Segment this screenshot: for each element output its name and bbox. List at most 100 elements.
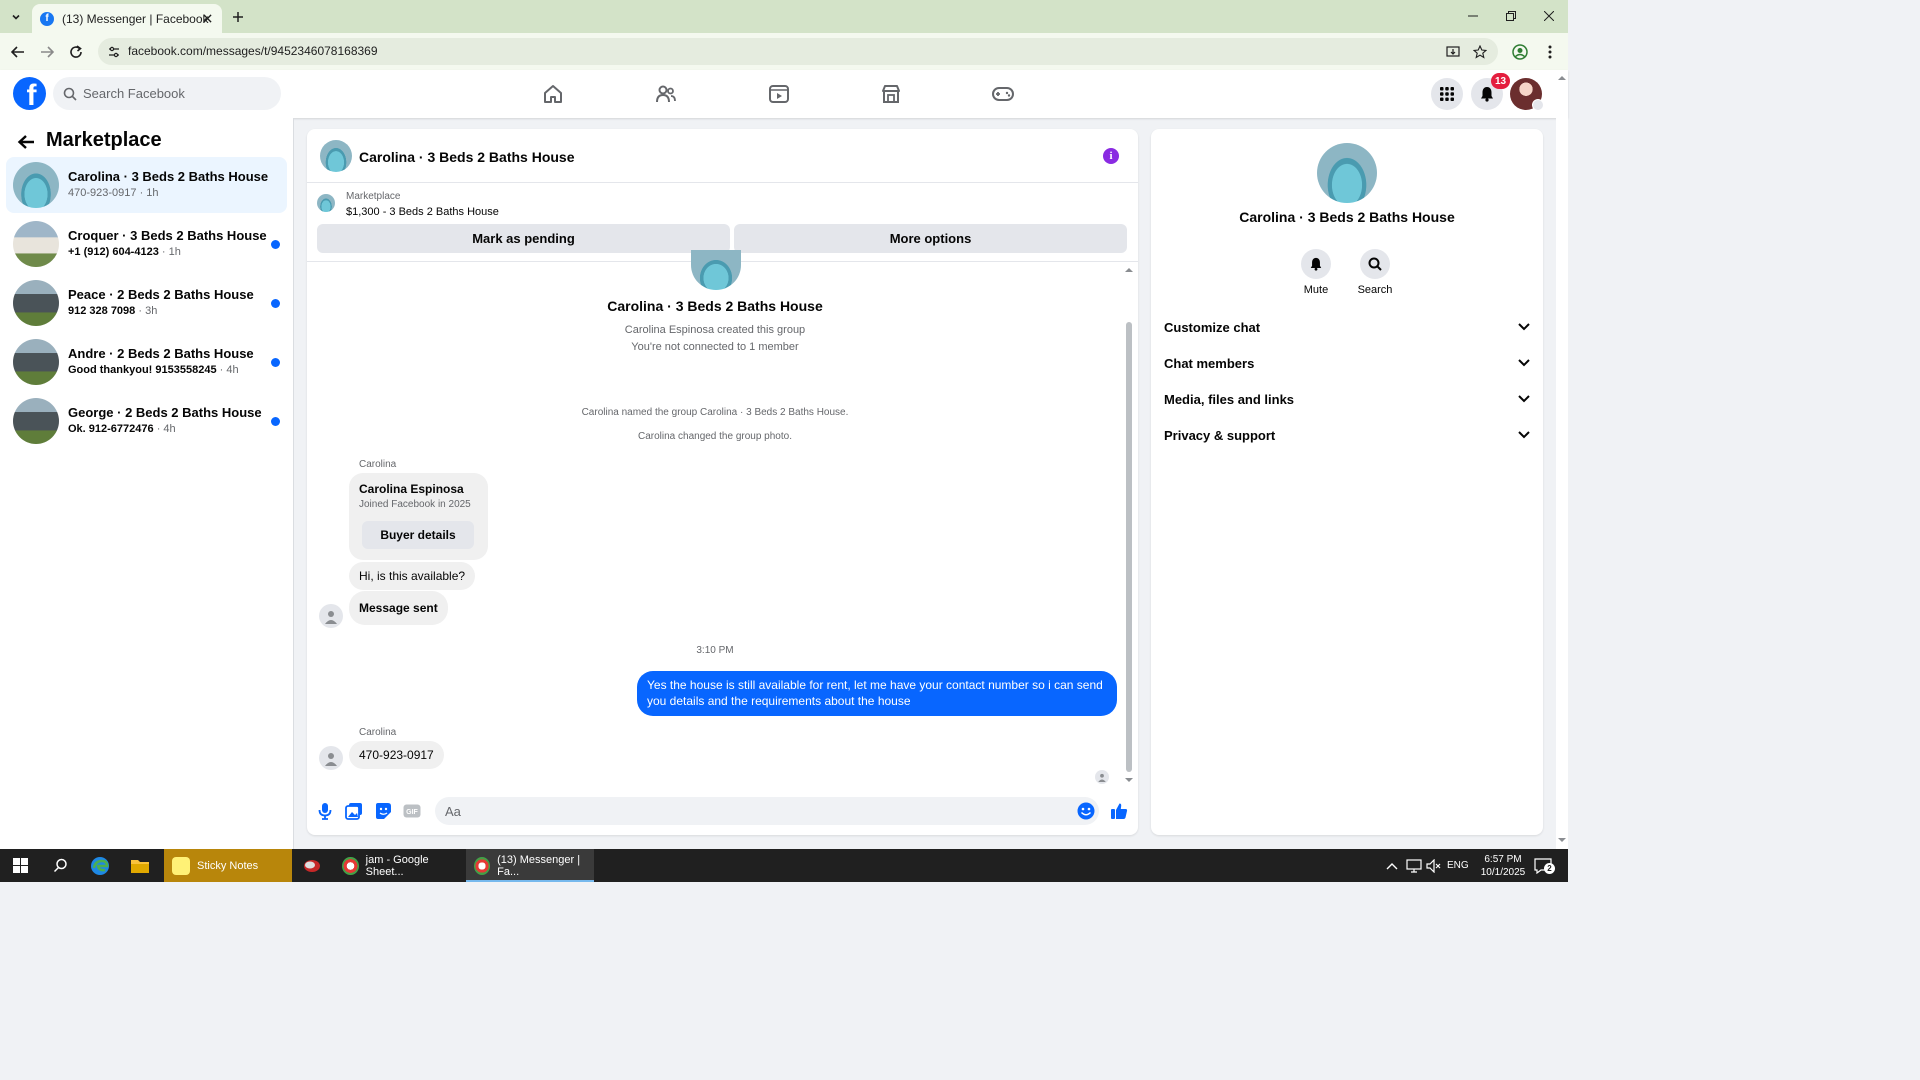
- back-arrow-icon[interactable]: [15, 131, 37, 153]
- message-bubble[interactable]: Hi, is this available?: [349, 562, 476, 590]
- facebook-logo-icon[interactable]: f: [13, 77, 46, 110]
- buyer-details-button[interactable]: Buyer details: [362, 521, 474, 549]
- install-app-icon[interactable]: [1444, 43, 1462, 61]
- page-scrollbar[interactable]: [1556, 70, 1568, 849]
- edge-browser-icon[interactable]: [86, 849, 114, 882]
- taskbar-app-google-sheets[interactable]: jam - Google Sheet...: [334, 849, 462, 882]
- close-tab-icon[interactable]: [200, 11, 214, 25]
- chat-info-panel: Carolina · 3 Beds 2 Baths House Mute Sea…: [1151, 129, 1543, 835]
- reload-icon[interactable]: [66, 42, 86, 62]
- back-arrow-icon[interactable]: [8, 42, 28, 62]
- message-bubble[interactable]: 470-923-0917: [349, 741, 444, 769]
- search-icon: [63, 87, 77, 101]
- conversation-item-andre[interactable]: Andre · 2 Beds 2 Baths House Good thanky…: [6, 334, 287, 390]
- volume-muted-icon[interactable]: [1426, 849, 1442, 882]
- listing-thumbnail: [13, 221, 59, 267]
- section-chat-members[interactable]: Chat members: [1164, 349, 1530, 377]
- browser-tab-bar: f (13) Messenger | Facebook: [0, 0, 1568, 33]
- mark-as-pending-button[interactable]: Mark as pending: [317, 224, 730, 253]
- search-in-conversation-button[interactable]: Search: [1345, 249, 1405, 296]
- file-explorer-icon[interactable]: [126, 849, 154, 882]
- home-icon[interactable]: [541, 82, 565, 106]
- listing-thumbnail: [13, 339, 59, 385]
- mute-button[interactable]: Mute: [1286, 249, 1346, 296]
- conversation-name: Carolina · 3 Beds 2 Baths House: [68, 169, 269, 184]
- chrome-icon: [342, 856, 359, 875]
- taskbar-app-label: Sticky Notes: [197, 859, 259, 872]
- windows-start-icon[interactable]: [6, 849, 34, 882]
- section-privacy-support[interactable]: Privacy & support: [1164, 421, 1530, 449]
- chat-header: Carolina · 3 Beds 2 Baths House i: [307, 129, 1138, 183]
- more-options-button[interactable]: More options: [734, 224, 1127, 253]
- outgoing-message-bubble[interactable]: Yes the house is still available for ren…: [637, 671, 1117, 716]
- microphone-icon[interactable]: [316, 802, 334, 820]
- friends-icon[interactable]: [654, 82, 678, 106]
- conversation-item-carolina[interactable]: Carolina · 3 Beds 2 Baths House 470-923-…: [6, 157, 287, 213]
- browser-toolbar: facebook.com/messages/t/9452346078168369: [0, 33, 1568, 70]
- minimize-window-icon[interactable]: [1461, 6, 1485, 26]
- scroll-up-arrow-icon[interactable]: [1125, 266, 1133, 274]
- gaming-icon[interactable]: [991, 82, 1015, 106]
- chat-info-title: Carolina · 3 Beds 2 Baths House: [1239, 209, 1455, 225]
- system-message: Carolina named the group Carolina · 3 Be…: [581, 407, 849, 418]
- unread-dot: [271, 358, 280, 367]
- snipping-tool-icon[interactable]: [298, 849, 326, 882]
- message-list[interactable]: Carolina · 3 Beds 2 Baths House Carolina…: [307, 250, 1138, 788]
- listing-price-title[interactable]: $1,300 - 3 Beds 2 Baths House: [346, 206, 499, 218]
- info-icon[interactable]: i: [1103, 148, 1119, 164]
- tab-search-chevron-icon[interactable]: [4, 6, 28, 28]
- network-icon[interactable]: [1406, 849, 1422, 882]
- show-hidden-icons-chevron-up-icon[interactable]: [1386, 849, 1398, 882]
- listing-thumbnail: [13, 398, 59, 444]
- close-window-icon[interactable]: [1537, 6, 1561, 26]
- clock[interactable]: 6:57 PM 10/1/2025: [1478, 849, 1528, 882]
- gif-icon[interactable]: GIF: [403, 802, 421, 820]
- taskbar-app-label: (13) Messenger | Fa...: [497, 853, 581, 878]
- language-indicator[interactable]: ENG: [1447, 849, 1469, 882]
- emoji-icon[interactable]: [1077, 802, 1095, 820]
- mute-label: Mute: [1303, 284, 1329, 296]
- scroll-down-arrow-icon[interactable]: [1125, 776, 1133, 784]
- sidebar-title: Marketplace: [46, 129, 162, 151]
- system-message: You're not connected to 1 member: [631, 341, 799, 353]
- conversation-item-peace[interactable]: Peace · 2 Beds 2 Baths House 912 328 709…: [6, 275, 287, 331]
- search-icon[interactable]: [46, 849, 74, 882]
- scroll-thumb[interactable]: [1126, 322, 1132, 772]
- menu-grid-icon[interactable]: [1431, 78, 1463, 110]
- section-media-files-links[interactable]: Media, files and links: [1164, 385, 1530, 413]
- system-message: Carolina changed the group photo.: [637, 431, 792, 442]
- notification-center-icon[interactable]: 2: [1534, 849, 1555, 882]
- unread-dot: [271, 240, 280, 249]
- new-tab-plus-icon[interactable]: [228, 8, 248, 26]
- chat-panel: Carolina · 3 Beds 2 Baths House i Market…: [307, 129, 1138, 835]
- section-customize-chat[interactable]: Customize chat: [1164, 313, 1530, 341]
- conversation-item-croquer[interactable]: Croquer · 3 Beds 2 Baths House +1 (912) …: [6, 216, 287, 272]
- sender-name: Carolina: [359, 459, 397, 470]
- chat-title[interactable]: Carolina · 3 Beds 2 Baths House: [359, 149, 575, 165]
- taskbar-app-sticky-notes[interactable]: Sticky Notes: [164, 849, 292, 882]
- photo-icon[interactable]: [345, 802, 363, 820]
- profile-icon[interactable]: [1510, 42, 1530, 62]
- chat-thumbnail[interactable]: [320, 140, 352, 172]
- message-bubble[interactable]: Message sent: [349, 591, 448, 625]
- marketplace-icon[interactable]: [879, 82, 903, 106]
- bookmark-star-icon[interactable]: [1471, 43, 1489, 61]
- taskbar-app-messenger[interactable]: (13) Messenger | Fa...: [466, 849, 594, 882]
- site-info-icon[interactable]: [105, 43, 123, 61]
- message-scrollbar[interactable]: [1123, 262, 1135, 788]
- scroll-down-arrow-icon[interactable]: [1558, 836, 1566, 844]
- thumbs-up-icon[interactable]: [1110, 802, 1128, 820]
- browser-tab-messenger[interactable]: f (13) Messenger | Facebook: [32, 4, 222, 33]
- message-input[interactable]: [435, 797, 1099, 825]
- forward-arrow-icon[interactable]: [37, 42, 57, 62]
- video-icon[interactable]: [767, 82, 791, 106]
- restore-window-icon[interactable]: [1499, 6, 1523, 26]
- account-chevron-icon[interactable]: [1532, 99, 1544, 111]
- address-bar[interactable]: facebook.com/messages/t/9452346078168369: [98, 38, 1498, 65]
- conversation-item-george[interactable]: George · 2 Beds 2 Baths House Ok. 912-67…: [6, 393, 287, 449]
- buyer-profile-card: Carolina Espinosa Joined Facebook in 202…: [349, 473, 488, 560]
- facebook-search-box[interactable]: Search Facebook: [53, 77, 281, 110]
- browser-menu-icon[interactable]: [1540, 42, 1560, 62]
- sticker-icon[interactable]: [374, 802, 392, 820]
- scroll-up-arrow-icon[interactable]: [1558, 74, 1566, 82]
